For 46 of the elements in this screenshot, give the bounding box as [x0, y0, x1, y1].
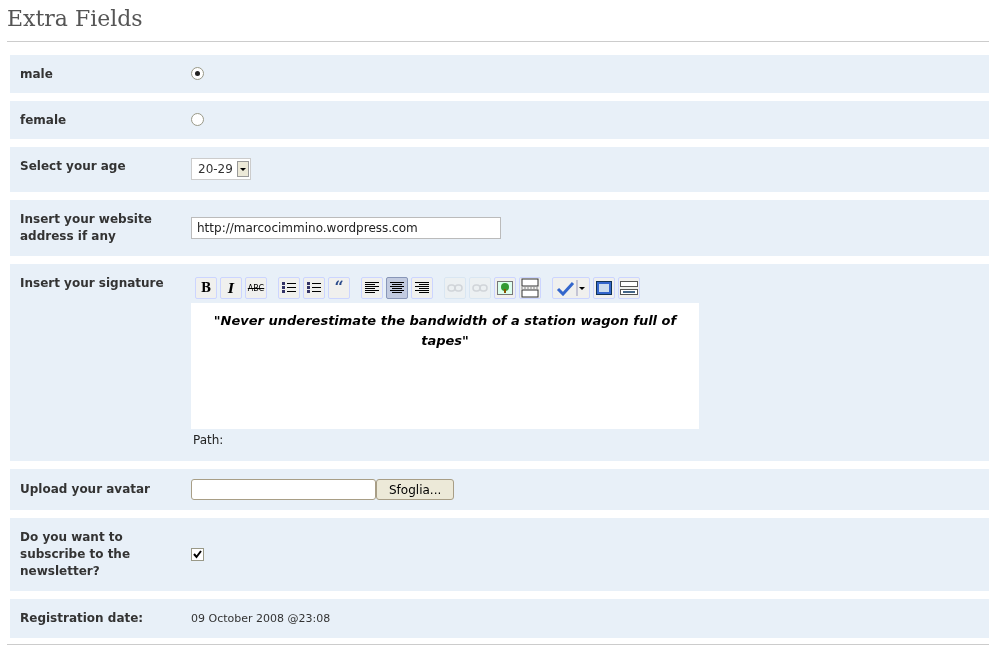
signature-text: "Never underestimate the bandwidth of a station wagon full of tapes": [213, 313, 677, 348]
field-label: Select your age: [20, 158, 127, 175]
numbers-toolbar-button[interactable]: [303, 277, 325, 299]
toolbar-rows-icon: [620, 281, 638, 295]
list-icon: [306, 281, 322, 295]
file-input[interactable]: [191, 479, 376, 500]
list-icon: [281, 281, 297, 295]
section-title: Extra Fields: [7, 5, 144, 33]
field-label: Upload your avatar: [20, 481, 152, 498]
field-label: Registration date:: [20, 610, 145, 627]
radio-button[interactable]: [191, 67, 204, 80]
registration-date: 09 October 2008 @23:08: [191, 612, 331, 625]
age-dropdown[interactable]: 20-29: [191, 158, 251, 180]
align-right-toolbar-button[interactable]: [411, 277, 433, 299]
text-align-icon: [365, 282, 379, 294]
align-left-toolbar-button[interactable]: [361, 277, 383, 299]
spell-toolbar-button[interactable]: [552, 277, 590, 299]
website-input[interactable]: http://marcocimmino.wordpress.com: [191, 217, 501, 239]
window-icon: [596, 281, 612, 295]
page-break-icon: [521, 278, 539, 298]
signature-editor[interactable]: "Never underestimate the bandwidth of a station wagon full of tapes": [191, 303, 699, 429]
field-label: male: [20, 66, 54, 83]
field-label: Do you want to subscribe to the newsletter?: [20, 529, 132, 580]
strike-toolbar-button[interactable]: ABC: [245, 277, 267, 299]
quote-toolbar-button[interactable]: “: [328, 277, 350, 299]
align-center-toolbar-button[interactable]: [386, 277, 408, 299]
radio-button[interactable]: [191, 113, 204, 126]
window-toolbar-button[interactable]: [593, 277, 615, 299]
italic-toolbar-button[interactable]: I: [220, 277, 242, 299]
text-align-icon: [390, 282, 404, 294]
image-toolbar-button[interactable]: [494, 277, 516, 299]
chain-link-icon: [447, 283, 463, 293]
checkmark-caret-icon: [556, 280, 586, 296]
path-label: Path:: [193, 433, 225, 447]
browse-button[interactable]: Sfoglia...: [376, 479, 455, 500]
field-label: female: [20, 112, 68, 129]
field-label: Insert your website address if any: [20, 211, 153, 245]
field-label: Insert your signature: [20, 275, 165, 292]
tree-picture-icon: [497, 281, 513, 295]
newsletter-checkbox[interactable]: [191, 548, 204, 561]
grid-toolbar-button[interactable]: [618, 277, 640, 299]
chain-link-icon: [472, 283, 488, 293]
bold-toolbar-button[interactable]: B: [195, 277, 217, 299]
bullets-toolbar-button[interactable]: [278, 277, 300, 299]
text-align-icon: [415, 282, 429, 294]
pagebreak-toolbar-button[interactable]: [519, 277, 541, 299]
